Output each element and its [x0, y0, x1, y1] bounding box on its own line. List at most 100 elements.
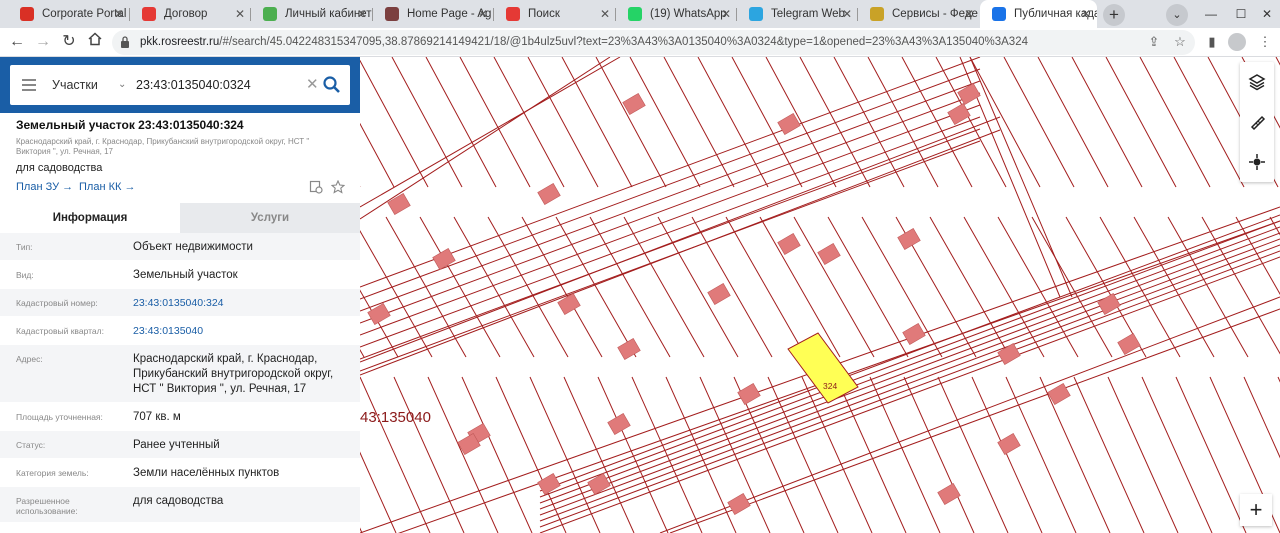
building-footprint [727, 493, 751, 515]
info-panel: Участки ⌄ ✕ ❮ Земельный участок 23:43:01… [0, 57, 373, 533]
map-tools [1240, 62, 1274, 182]
share-icon[interactable]: ⇪ [1145, 33, 1163, 51]
parcel-boundary [759, 216, 841, 358]
browser-tab[interactable]: Договор ✕ [130, 0, 251, 28]
attribute-link[interactable]: 23:43:0135040 [133, 324, 353, 339]
tab-search-button[interactable]: ⌄ [1166, 4, 1188, 26]
url-field[interactable]: pkk.rosreestr.ru/#/search/45.04224831534… [112, 30, 1195, 55]
parcel-boundary [793, 216, 875, 358]
search-input[interactable] [136, 75, 304, 95]
parcel-boundary [1039, 376, 1111, 533]
tab-close-icon[interactable]: ✕ [235, 7, 245, 21]
cabinet-favicon-icon [263, 7, 277, 21]
parcel-boundary [901, 57, 973, 188]
measure-area-icon[interactable] [309, 180, 323, 194]
parcel-boundary [539, 250, 1280, 528]
attribute-label: Статус: [16, 440, 46, 450]
tab-close-icon[interactable]: ✕ [721, 7, 731, 21]
tab-close-icon[interactable]: ✕ [600, 7, 610, 21]
selected-parcel[interactable] [787, 332, 859, 404]
parcel-boundary [529, 376, 601, 533]
browser-tab-title: Telegram Web [771, 8, 845, 20]
browser-tab[interactable]: Сервисы - Феде ✕ [858, 0, 980, 28]
browser-tab[interactable]: (19) WhatsApp ✕ [616, 0, 737, 28]
building-footprint [777, 113, 801, 135]
attribute-label: Вид: [16, 270, 34, 280]
tab-close-icon[interactable]: ✕ [842, 7, 852, 21]
tab-info[interactable]: Информация [0, 203, 180, 233]
map-canvas[interactable]: 324 43:135040 [360, 57, 1280, 533]
parcel-boundary [827, 216, 909, 358]
browser-tab[interactable]: Публичная када ✕ [980, 0, 1097, 28]
zoom-in-button[interactable]: + [1240, 494, 1272, 526]
browser-tab[interactable]: Corporate Portal ✕ [8, 0, 130, 28]
object-title: Земельный участок 23:43:0135040:324 [16, 118, 244, 132]
clear-icon[interactable]: ✕ [306, 65, 319, 105]
attribute-value: Краснодарский край, г. Краснодар, Прикуб… [133, 353, 334, 395]
lock-icon [121, 36, 129, 48]
layers-icon [1248, 74, 1266, 91]
parcel-boundary [1201, 216, 1280, 355]
reload-button[interactable]: ↻ [58, 31, 80, 53]
crosshair-icon [1249, 154, 1265, 170]
forward-button[interactable]: → [32, 31, 54, 53]
attribute-row: Адрес: Краснодарский край, г. Краснодар, … [0, 345, 360, 403]
cadastral-map[interactable]: 324 43:135040 [360, 57, 1280, 533]
new-tab-button[interactable]: + [1103, 4, 1125, 26]
parcel-boundary [1269, 216, 1280, 236]
tab-close-icon[interactable]: ✕ [964, 7, 974, 21]
parcel-boundary [623, 216, 705, 358]
profile-avatar[interactable] [1228, 33, 1246, 51]
building-footprint [432, 248, 456, 270]
plan-zu-link[interactable]: План ЗУ → [16, 181, 73, 193]
tab-close-icon[interactable]: ✕ [478, 7, 488, 21]
parcel-boundary [657, 216, 739, 358]
tab-close-icon[interactable]: ✕ [1081, 7, 1091, 21]
parcel-boundary [1073, 376, 1145, 533]
parcel-boundary [539, 244, 1280, 522]
building-footprint [587, 473, 611, 495]
parcel-boundary [360, 57, 981, 288]
favorite-star-icon[interactable] [331, 180, 345, 194]
street-line [659, 296, 1280, 533]
attribute-value: Ранее учтенный [133, 439, 220, 451]
parcel-boundary [391, 57, 463, 188]
browser-menu-icon[interactable]: ⋮ [1256, 33, 1274, 51]
building-footprint [957, 83, 981, 105]
url-text: pkk.rosreestr.ru/#/search/45.04224831534… [140, 36, 1028, 48]
home-favicon-icon [385, 7, 399, 21]
minimize-button[interactable]: — [1196, 0, 1226, 28]
parcel-boundary [555, 216, 637, 358]
chevron-down-icon[interactable]: ⌄ [118, 65, 126, 105]
parcel-boundary [360, 59, 429, 188]
search-type-select[interactable]: Участки [52, 65, 98, 105]
browser-tab[interactable]: Home Page - Ag ✕ [373, 0, 494, 28]
parcel-boundary [1133, 216, 1215, 358]
layers-button[interactable] [1240, 62, 1274, 102]
tab-close-icon[interactable]: ✕ [114, 7, 124, 21]
browser-tab[interactable]: Личный кабинет ✕ [251, 0, 373, 28]
parcel-boundary [937, 376, 1009, 533]
close-window-button[interactable]: ✕ [1252, 0, 1280, 28]
tab-close-icon[interactable]: ✕ [357, 7, 367, 21]
browser-tab[interactable]: Telegram Web ✕ [737, 0, 858, 28]
search-icon[interactable] [322, 75, 342, 95]
bookmark-star-icon[interactable]: ☆ [1171, 33, 1189, 51]
locate-button[interactable] [1240, 142, 1274, 182]
parcel-boundary [1037, 57, 1109, 188]
menu-icon[interactable] [22, 79, 36, 91]
parcel-boundary [1141, 376, 1213, 533]
home-button[interactable] [84, 31, 106, 53]
plan-kk-link[interactable]: План КК → [79, 181, 135, 193]
building-footprint [997, 433, 1021, 455]
ruler-button[interactable] [1240, 102, 1274, 142]
browser-tab-title: (19) WhatsApp [650, 8, 727, 20]
back-button[interactable]: ← [6, 31, 28, 53]
parcel-boundary [663, 57, 735, 188]
parcel-boundary [427, 376, 499, 533]
parcel-boundary [1071, 57, 1143, 188]
tab-services[interactable]: Услуги [180, 203, 360, 233]
attribute-link[interactable]: 23:43:0135040:324 [133, 296, 353, 311]
browser-tab[interactable]: Поиск ✕ [494, 0, 616, 28]
side-panel-icon[interactable]: ▮ [1203, 33, 1221, 51]
